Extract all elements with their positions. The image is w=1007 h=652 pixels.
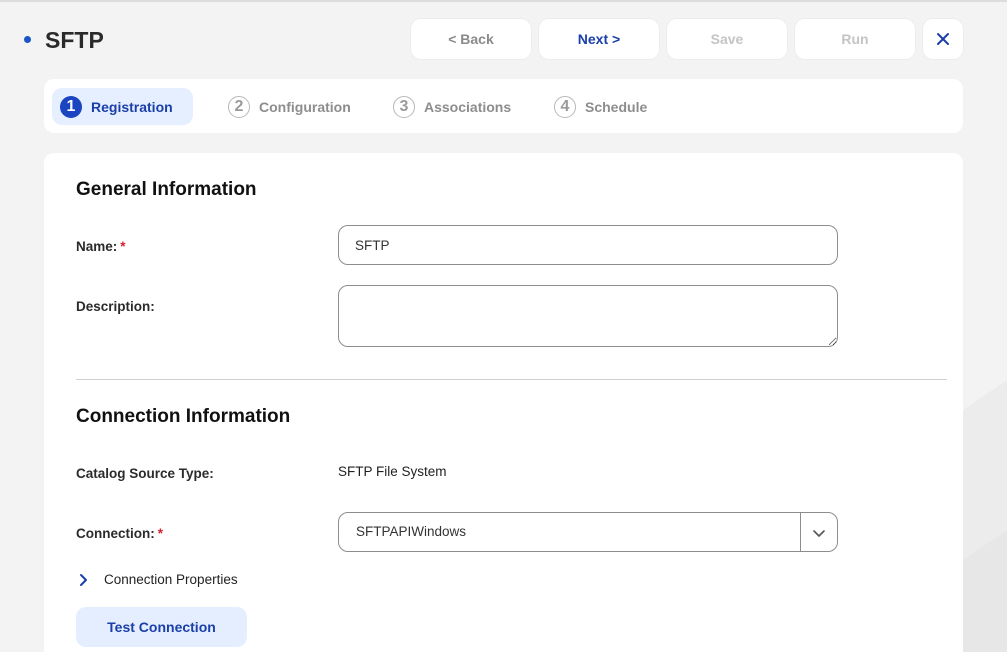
catalog-source-type-label: Catalog Source Type:	[76, 466, 214, 481]
catalog-source-type-value: SFTP File System	[338, 464, 447, 479]
back-button[interactable]: < Back	[411, 19, 531, 59]
step-label: Schedule	[585, 98, 648, 115]
run-button[interactable]: Run	[795, 19, 915, 59]
connection-properties-expander[interactable]: Connection Properties	[76, 572, 238, 587]
step-schedule[interactable]: 4 Schedule	[546, 88, 667, 125]
step-number: 4	[554, 95, 576, 118]
name-label-text: Name:	[76, 239, 118, 254]
step-number: 2	[228, 95, 250, 118]
close-icon	[937, 33, 949, 45]
wizard-stepper: 1 Registration 2 Configuration 3 Associa…	[44, 79, 963, 133]
section-divider	[76, 379, 947, 380]
step-number: 3	[393, 95, 415, 118]
required-marker: *	[157, 526, 164, 541]
connection-label-text: Connection:	[76, 526, 155, 541]
connection-information-heading: Connection Information	[76, 406, 291, 427]
chevron-down-icon[interactable]	[811, 525, 827, 541]
chevron-right-icon	[80, 573, 87, 586]
step-associations[interactable]: 3 Associations	[385, 88, 531, 125]
name-input[interactable]	[338, 225, 838, 265]
connection-select-value: SFTPAPIWindows	[356, 524, 467, 539]
registration-card: General Information Name:* Description: …	[44, 153, 963, 652]
page: SFTP < Back Next > Save Run 1 Registrati…	[0, 0, 1007, 652]
select-separator	[800, 513, 801, 551]
general-information-heading: General Information	[76, 179, 257, 200]
step-registration[interactable]: 1 Registration	[52, 88, 193, 125]
page-title: SFTP	[45, 27, 104, 53]
step-number: 1	[60, 95, 82, 118]
connection-label: Connection: *	[76, 526, 163, 541]
connection-select[interactable]: SFTPAPIWindows	[338, 512, 838, 552]
required-marker: *	[120, 239, 126, 254]
step-label: Associations	[424, 98, 512, 115]
step-configuration[interactable]: 2 Configuration	[220, 88, 371, 125]
description-label: Description:	[76, 299, 155, 314]
status-dot-icon	[24, 36, 31, 43]
step-label: Registration	[91, 98, 173, 115]
connection-properties-label: Connection Properties	[104, 572, 238, 587]
next-button[interactable]: Next >	[539, 19, 659, 59]
top-border	[0, 0, 1007, 2]
background-decoration	[963, 380, 1007, 652]
save-button[interactable]: Save	[667, 19, 787, 59]
test-connection-button[interactable]: Test Connection	[76, 607, 247, 647]
close-button[interactable]	[923, 19, 963, 59]
description-input[interactable]	[338, 285, 838, 347]
step-label: Configuration	[259, 98, 351, 115]
name-label: Name: *	[76, 239, 126, 254]
